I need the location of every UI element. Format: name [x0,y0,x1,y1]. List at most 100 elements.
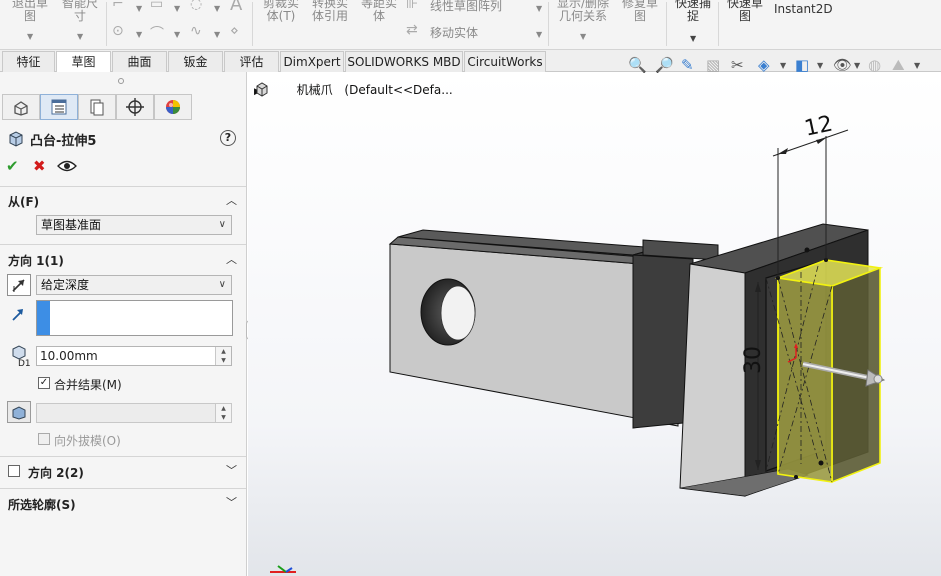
instant2d-button[interactable]: Instant2D [774,3,833,16]
feature-tree-flyout[interactable]: ▶ 机械爪 (Default<<Defa... [254,81,453,98]
tab-sketch[interactable]: 草图 [56,51,111,73]
scene-dropdown-icon[interactable]: ▼ [914,61,920,70]
tab-sheet-metal[interactable]: 钣金 [168,51,223,72]
selected-contours-section-title[interactable]: 所选轮廓(S) [8,496,76,513]
depth-value: 10.00mm [40,349,98,363]
dynamic-annotation-icon[interactable]: ✂ [731,56,744,74]
cancel-x-icon[interactable]: ✖ [33,157,46,175]
from-start-condition-select[interactable]: 草图基准面 ∨ [36,215,232,235]
view-orientation-icon[interactable]: ◈ [758,56,770,74]
svg-text:D1: D1 [18,359,31,367]
tab-dimxpert[interactable]: DimXpert [280,51,344,72]
ribbon-separator [548,2,549,46]
move-entities-button[interactable]: 移动实体 [430,27,478,40]
apply-scene-icon[interactable]: ⛰ [892,56,905,74]
chevron-up-icon[interactable]: ︿ [226,192,237,208]
draft-toggle-button[interactable] [7,401,31,423]
display-relations-button[interactable]: 显示/删除 几何关系 [552,0,614,23]
previous-view-icon[interactable]: ✎ [681,56,694,74]
ribbon-separator [718,2,719,46]
section-divider [0,488,246,489]
exit-sketch-button[interactable]: 退出草 图 [8,0,52,23]
smart-dimension-button[interactable]: 智能尺 寸 [58,0,102,23]
feature-manager-tab[interactable] [2,94,40,120]
display-style-icon[interactable]: ◧ [795,56,809,74]
part-name: 机械爪 [296,83,333,97]
quick-snaps-button[interactable]: 快速捕 捉 [670,0,716,23]
configuration-manager-tab[interactable] [78,94,116,120]
arc-tool-icon[interactable]: ⌒ [150,23,164,43]
depth-spinner[interactable]: ▲ ▼ [215,347,231,365]
linear-pattern-dropdown-icon[interactable]: ▼ [536,4,542,13]
display-manager-tab[interactable] [154,94,192,120]
edit-appearance-icon[interactable]: ◍ [868,56,881,74]
end-condition-select[interactable]: 给定深度 ∨ [36,275,232,295]
circle-tool-icon[interactable]: ⊙ [112,23,124,39]
graphics-area[interactable]: 12 30 ▶ 机械爪 (Default<<Defa... 🔍 🔎 ✎ ▧ ✂ … [248,56,941,576]
from-select-value: 草图基准面 [41,218,102,232]
rapid-sketch-button[interactable]: 快速草 图 [722,0,768,23]
chevron-down-icon[interactable]: ﹀ [226,462,237,478]
chevron-down-icon[interactable]: ﹀ [226,494,237,510]
line-dropdown-icon[interactable]: ▼ [136,4,142,13]
tab-features[interactable]: 特征 [2,51,55,72]
convert-entities-button[interactable]: 转换实 体引用 [306,0,354,23]
zoom-to-area-icon[interactable]: 🔎 [655,56,674,74]
view-orientation-dropdown-icon[interactable]: ▼ [780,61,786,70]
circle-dropdown-icon[interactable]: ▼ [136,30,142,39]
depth-input[interactable]: 10.00mm ▲ ▼ [36,346,232,366]
ok-check-icon[interactable]: ✔ [6,157,19,175]
trim-entities-button[interactable]: 剪裁实 体(T) [258,0,304,23]
direction2-section-title[interactable]: 方向 2(2) [28,464,84,481]
chevron-down-icon: ∨ [218,219,226,230]
quick-snaps-dropdown-icon[interactable]: ▼ [690,34,696,43]
spline-tool-icon[interactable]: ∿ [190,23,202,39]
arc-dropdown-icon[interactable]: ▼ [174,30,180,39]
dimension-height-label[interactable]: 30 [741,346,766,374]
offset-entities-button[interactable]: 等距实 体 [356,0,402,23]
merge-result-checkbox[interactable]: ✓ [38,377,50,389]
line-tool-icon[interactable]: ⌐ [112,0,124,12]
hole[interactable] [420,278,476,346]
dimxpert-manager-tab[interactable] [116,94,154,120]
extrude-preview[interactable] [765,247,884,484]
spline-dropdown-icon[interactable]: ▼ [214,30,220,39]
tab-evaluate[interactable]: 评估 [224,51,279,72]
appearance-sphere-icon [166,100,180,114]
tab-circuitworks[interactable]: CircuitWorks [464,51,546,72]
chevron-up-icon[interactable]: ︿ [226,251,237,267]
exit-sketch-dropdown-icon[interactable]: ▼ [27,32,33,41]
model-canvas[interactable]: 12 30 [248,72,941,576]
tab-solidworks-mbd[interactable]: SOLIDWORKS MBD [345,51,463,72]
rectangle-tool-icon[interactable]: ▭ [150,0,163,12]
direction2-checkbox[interactable] [8,465,20,477]
slot-tool-icon[interactable]: ◌ [190,0,202,12]
help-button[interactable]: ? [220,130,236,146]
display-style-dropdown-icon[interactable]: ▼ [817,61,823,70]
repair-sketch-button[interactable]: 修复草 图 [616,0,664,23]
property-manager-tab[interactable] [40,94,78,120]
end-condition-value: 给定深度 [41,278,90,292]
direction1-section-title[interactable]: 方向 1(1) [8,252,64,269]
merge-result-label[interactable]: 合并结果(M) [54,376,122,393]
point-tool-icon[interactable]: ⋄ [230,23,239,39]
detailed-preview-eye-icon[interactable] [57,158,77,174]
tab-surfaces[interactable]: 曲面 [112,51,167,72]
section-view-icon[interactable]: ▧ [706,56,720,74]
rectangle-dropdown-icon[interactable]: ▼ [174,4,180,13]
linear-pattern-button[interactable]: 线性草图阵列 [430,0,502,13]
hide-show-items-icon[interactable]: 👁 [833,56,852,74]
panel-splitter-handle[interactable] [118,78,124,84]
slot-dropdown-icon[interactable]: ▼ [214,4,220,13]
text-tool-icon[interactable]: A [230,0,242,15]
zoom-to-fit-icon[interactable]: 🔍 [628,56,647,74]
move-entities-icon[interactable]: ⇄ [406,22,418,38]
mirror-entities-icon[interactable]: ⊪ [406,0,418,12]
reverse-direction-button[interactable] [7,274,31,296]
smart-dim-dropdown-icon[interactable]: ▼ [77,32,83,41]
from-section-title[interactable]: 从(F) [8,193,39,210]
direction-reference-selection-box[interactable] [36,300,233,336]
hide-show-dropdown-icon[interactable]: ▼ [854,61,860,70]
move-entities-dropdown-icon[interactable]: ▼ [536,30,542,39]
display-relations-dropdown-icon[interactable]: ▼ [580,32,586,41]
